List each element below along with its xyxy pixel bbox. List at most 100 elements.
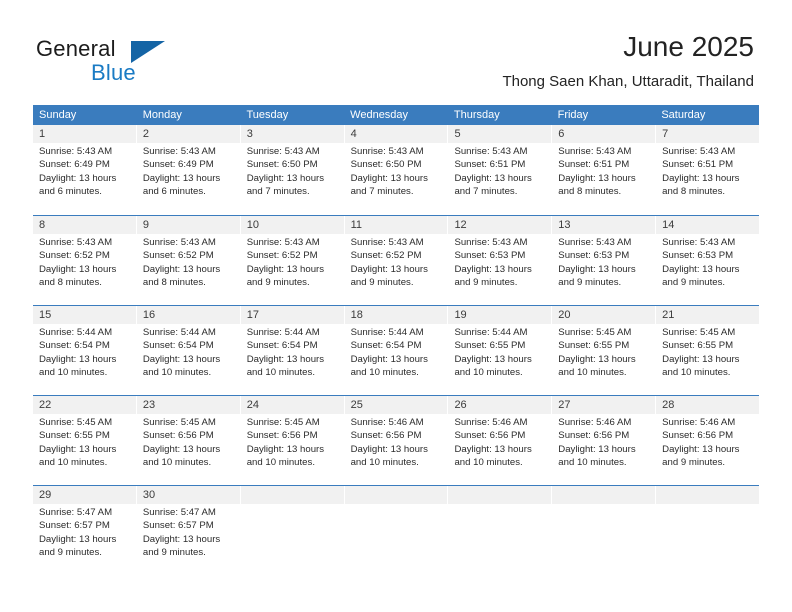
day-cell-22[interactable]: 22 Sunrise: 5:45 AM Sunset: 6:55 PM Dayligh… xyxy=(33,396,137,485)
day-cell-4[interactable]: 4 Sunrise: 5:43 AM Sunset: 6:50 PM Daylight… xyxy=(345,125,449,215)
day-detail-line: Sunset: 6:53 PM xyxy=(662,250,734,262)
day-detail-line: Sunset: 6:56 PM xyxy=(454,430,526,442)
day-detail-line: and 10 minutes. xyxy=(142,367,212,379)
day-detail-line: Sunset: 6:51 PM xyxy=(662,159,734,171)
day-cell-6[interactable]: 6 Sunrise: 5:43 AM Sunset: 6:51 PM Daylight… xyxy=(552,125,657,215)
day-detail-line: Daylight: 13 hours xyxy=(142,353,221,365)
day-detail-line: Sunrise: 5:46 AM xyxy=(558,417,632,428)
day-number: 2 xyxy=(142,128,149,140)
day-cell-23[interactable]: 23 Sunrise: 5:45 AM Sunset: 6:56 PM Dayligh… xyxy=(137,396,241,485)
day-number: 20 xyxy=(558,309,571,321)
day-detail-line: Daylight: 13 hours xyxy=(558,443,636,455)
day-cell-7[interactable]: 7 Sunrise: 5:43 AM Sunset: 6:51 PM Daylight… xyxy=(656,125,759,215)
day-cell-1[interactable]: 1 Sunrise: 5:43 AM Sunset: 6:49 PM Daylight… xyxy=(33,125,137,215)
day-detail-lines: Sunrise: 5:45 AM Sunset: 6:56 PM Daylight:… xyxy=(247,416,338,470)
day-detail-lines: Sunrise: 5:43 AM Sunset: 6:52 PM Daylight:… xyxy=(247,236,338,290)
day-detail-line: and 9 minutes. xyxy=(558,277,622,289)
day-cell-2[interactable]: 2 Sunrise: 5:43 AM Sunset: 6:49 PM Daylight… xyxy=(137,125,241,215)
day-detail-lines: Sunrise: 5:43 AM Sunset: 6:52 PM Daylight:… xyxy=(351,236,442,290)
day-cell-8[interactable]: 8 Sunrise: 5:43 AM Sunset: 6:52 PM Daylight… xyxy=(33,216,137,305)
day-detail-line: Daylight: 13 hours xyxy=(454,263,532,275)
day-cell-27[interactable]: 27 Sunrise: 5:46 AM Sunset: 6:56 PM Dayligh… xyxy=(552,396,657,485)
day-detail-line: Daylight: 13 hours xyxy=(454,443,532,455)
day-detail-line: Sunset: 6:52 PM xyxy=(350,250,422,262)
day-detail-line: Sunrise: 5:43 AM xyxy=(39,237,113,248)
day-detail-line: Daylight: 13 hours xyxy=(142,263,221,275)
weekday-header-friday: Friday xyxy=(557,109,589,121)
page-title: June 2025 xyxy=(623,31,754,62)
general-blue-logo[interactable]: General Blue xyxy=(36,36,266,88)
day-cell-11[interactable]: 11 Sunrise: 5:43 AM Sunset: 6:52 PM Dayligh… xyxy=(345,216,449,305)
day-number: 18 xyxy=(350,309,363,321)
day-detail-line: Sunrise: 5:46 AM xyxy=(454,417,528,428)
day-cell-13[interactable]: 13 Sunrise: 5:43 AM Sunset: 6:53 PM Dayligh… xyxy=(552,216,657,305)
page-header: General Blue June 2025 Thong Saen Khan, … xyxy=(0,0,792,100)
day-detail-lines: Sunrise: 5:43 AM Sunset: 6:50 PM Daylight:… xyxy=(351,145,442,199)
title-block: June 2025 Thong Saen Khan, Uttaradit, Th… xyxy=(502,30,754,91)
day-cell-17[interactable]: 17 Sunrise: 5:44 AM Sunset: 6:54 PM Dayligh… xyxy=(241,306,345,395)
day-cell-19[interactable]: 19 Sunrise: 5:44 AM Sunset: 6:55 PM Dayligh… xyxy=(448,306,553,395)
day-cell-28[interactable]: 28 Sunrise: 5:46 AM Sunset: 6:56 PM Dayligh… xyxy=(656,396,759,485)
day-detail-line: and 9 minutes. xyxy=(350,277,414,289)
day-cell-3[interactable]: 3 Sunrise: 5:43 AM Sunset: 6:50 PM Daylight… xyxy=(241,125,345,215)
weekday-header-wednesday: Wednesday xyxy=(350,109,409,121)
day-detail-lines: Sunrise: 5:45 AM Sunset: 6:55 PM Daylight:… xyxy=(662,326,753,380)
day-cell-14[interactable]: 14 Sunrise: 5:43 AM Sunset: 6:53 PM Dayligh… xyxy=(656,216,759,305)
day-detail-line: Daylight: 13 hours xyxy=(142,533,221,545)
day-cell-9[interactable]: 9 Sunrise: 5:43 AM Sunset: 6:52 PM Daylight… xyxy=(137,216,241,305)
day-number: 19 xyxy=(454,309,467,321)
day-number: 13 xyxy=(558,219,571,231)
day-detail-line: Daylight: 13 hours xyxy=(454,172,532,184)
day-detail-line: Daylight: 13 hours xyxy=(142,443,221,455)
day-detail-lines: Sunrise: 5:43 AM Sunset: 6:51 PM Daylight:… xyxy=(454,145,545,199)
day-detail-line: and 8 minutes. xyxy=(142,277,206,289)
day-detail-line: Daylight: 13 hours xyxy=(39,263,117,275)
logo-text-general: General xyxy=(36,36,116,61)
day-detail-line: Daylight: 13 hours xyxy=(454,353,532,365)
day-number: 11 xyxy=(350,219,362,231)
day-cell-30[interactable]: 30 Sunrise: 5:47 AM Sunset: 6:57 PM Dayligh… xyxy=(137,486,241,575)
day-detail-lines: Sunrise: 5:46 AM Sunset: 6:56 PM Daylight:… xyxy=(454,416,545,470)
day-detail-line: Sunrise: 5:43 AM xyxy=(246,146,320,157)
day-detail-line: and 6 minutes. xyxy=(142,186,206,198)
day-cell-15[interactable]: 15 Sunrise: 5:44 AM Sunset: 6:54 PM Dayligh… xyxy=(33,306,137,395)
day-number: 1 xyxy=(39,128,46,140)
day-detail-line: and 7 minutes. xyxy=(246,186,310,198)
day-cell-24[interactable]: 24 Sunrise: 5:45 AM Sunset: 6:56 PM Dayligh… xyxy=(241,396,345,485)
day-cell-26[interactable]: 26 Sunrise: 5:46 AM Sunset: 6:56 PM Dayligh… xyxy=(448,396,553,485)
day-cell-5[interactable]: 5 Sunrise: 5:43 AM Sunset: 6:51 PM Daylight… xyxy=(448,125,553,215)
day-cell-21[interactable]: 21 Sunrise: 5:45 AM Sunset: 6:55 PM Dayligh… xyxy=(656,306,759,395)
day-number: 4 xyxy=(350,128,357,140)
day-cell-18[interactable]: 18 Sunrise: 5:44 AM Sunset: 6:54 PM Dayligh… xyxy=(345,306,449,395)
day-detail-line: Sunset: 6:56 PM xyxy=(246,430,318,442)
day-cell-25[interactable]: 25 Sunrise: 5:46 AM Sunset: 6:56 PM Dayligh… xyxy=(345,396,449,485)
day-detail-line: Daylight: 13 hours xyxy=(39,533,117,545)
day-detail-line: Sunset: 6:52 PM xyxy=(142,250,214,262)
day-cell-12[interactable]: 12 Sunrise: 5:43 AM Sunset: 6:53 PM Dayligh… xyxy=(448,216,553,305)
calendar-week-row: 15 Sunrise: 5:44 AM Sunset: 6:54 PM Dayligh… xyxy=(33,305,759,395)
day-cell-29[interactable]: 29 Sunrise: 5:47 AM Sunset: 6:57 PM Dayligh… xyxy=(33,486,137,575)
day-cell-10[interactable]: 10 Sunrise: 5:43 AM Sunset: 6:52 PM Dayligh… xyxy=(241,216,345,305)
day-detail-line: Daylight: 13 hours xyxy=(662,172,740,184)
day-detail-line: Sunset: 6:52 PM xyxy=(39,250,110,262)
day-cell-empty xyxy=(345,486,449,575)
weekday-header-tuesday: Tuesday xyxy=(246,109,289,121)
day-detail-line: Sunset: 6:54 PM xyxy=(246,340,318,352)
day-detail-line: Sunset: 6:56 PM xyxy=(662,430,734,442)
day-detail-line: Sunset: 6:55 PM xyxy=(662,340,734,352)
day-detail-line: and 9 minutes. xyxy=(246,277,310,289)
day-detail-line: Sunset: 6:50 PM xyxy=(246,159,318,171)
day-detail-line: Daylight: 13 hours xyxy=(350,172,428,184)
day-detail-lines: Sunrise: 5:46 AM Sunset: 6:56 PM Daylight:… xyxy=(351,416,442,470)
day-cell-16[interactable]: 16 Sunrise: 5:44 AM Sunset: 6:54 PM Dayligh… xyxy=(137,306,241,395)
day-detail-line: Daylight: 13 hours xyxy=(39,172,117,184)
day-detail-lines: Sunrise: 5:43 AM Sunset: 6:53 PM Daylight:… xyxy=(662,236,753,290)
day-detail-line: Sunrise: 5:43 AM xyxy=(454,146,528,157)
day-cell-empty xyxy=(656,486,759,575)
day-detail-line: Sunrise: 5:45 AM xyxy=(558,327,632,338)
day-detail-line: Daylight: 13 hours xyxy=(662,263,740,275)
day-cell-20[interactable]: 20 Sunrise: 5:45 AM Sunset: 6:55 PM Dayligh… xyxy=(552,306,657,395)
day-detail-line: Sunrise: 5:44 AM xyxy=(454,327,528,338)
day-cell-empty xyxy=(448,486,553,575)
day-detail-lines: Sunrise: 5:47 AM Sunset: 6:57 PM Daylight:… xyxy=(39,506,130,560)
